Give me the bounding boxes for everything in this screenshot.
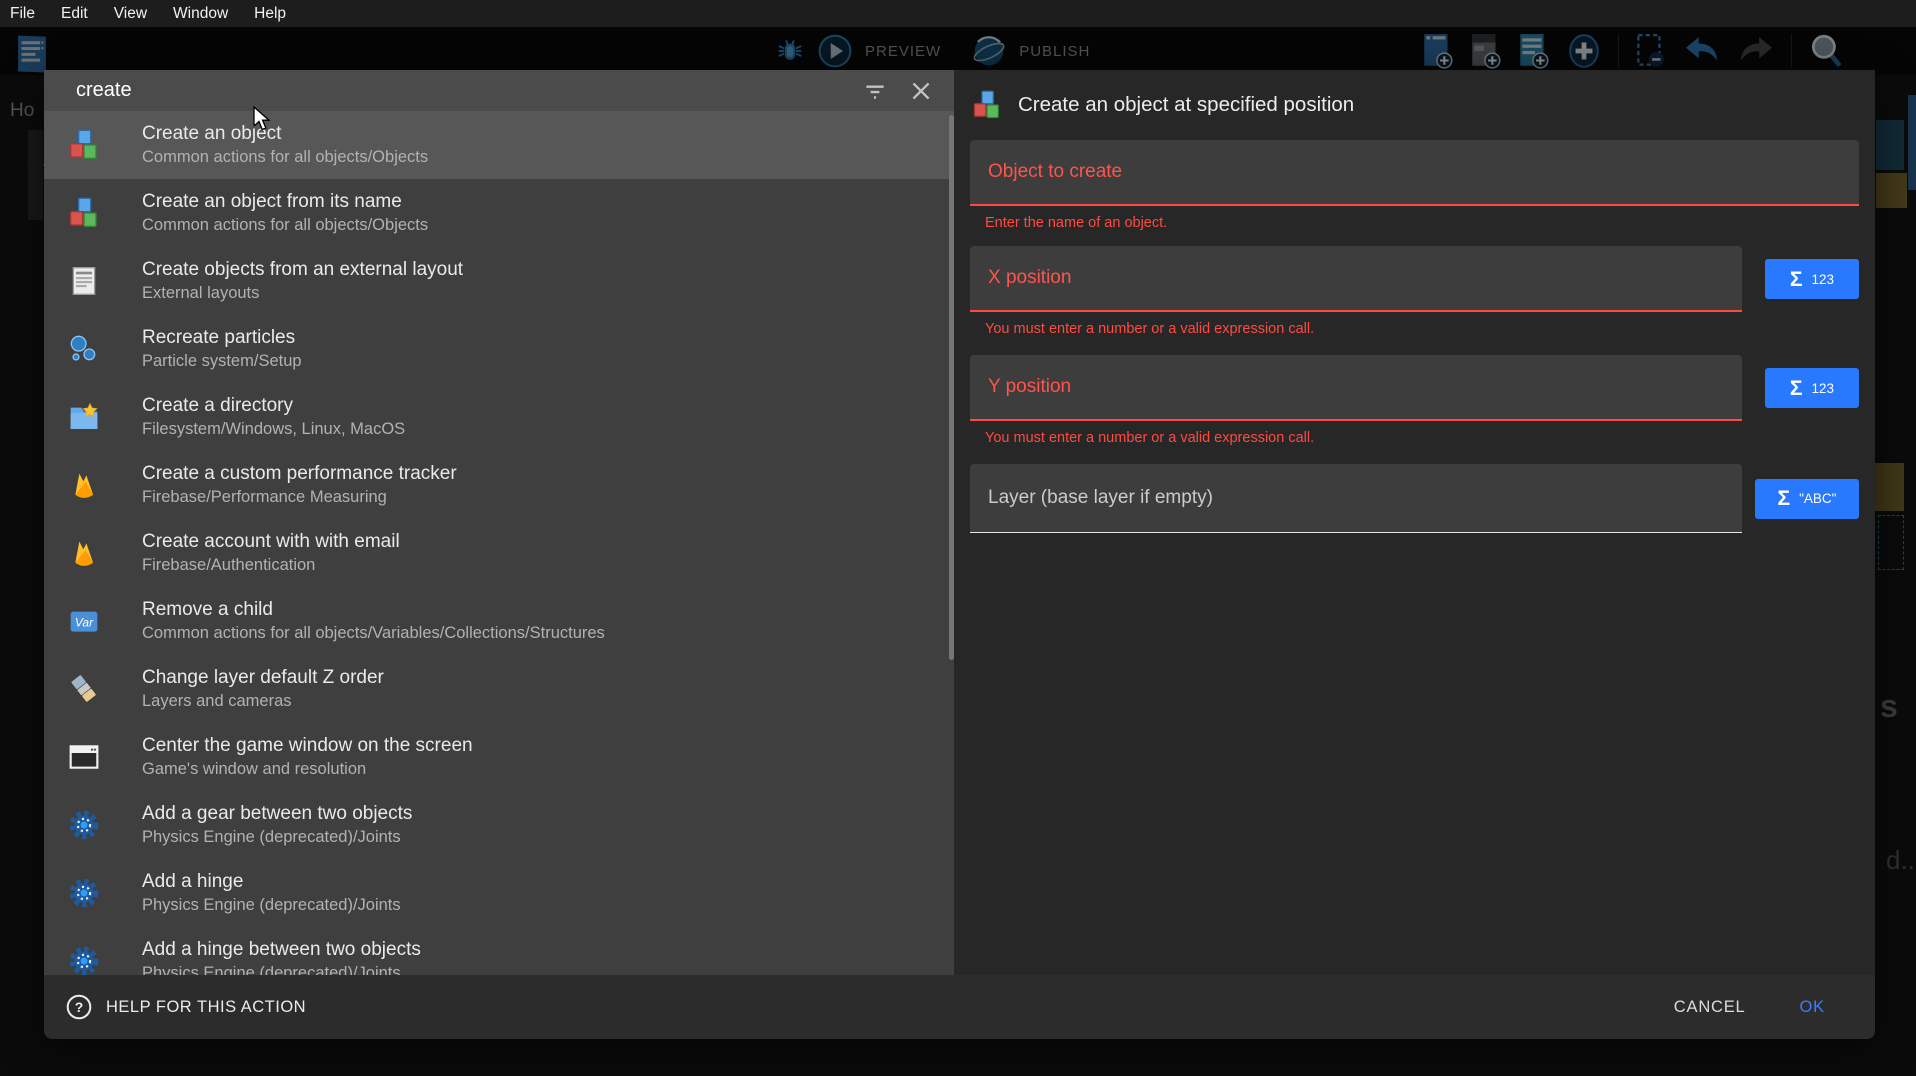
- action-icon: [68, 129, 100, 161]
- action-icon: [68, 265, 100, 297]
- action-list-item[interactable]: Recreate particles Particle system/Setup: [44, 315, 954, 383]
- action-list-item[interactable]: Create an object Common actions for all …: [44, 111, 954, 179]
- x-expression-builder-button[interactable]: Σ 123: [1765, 259, 1859, 299]
- action-item-title: Create account with with email: [142, 529, 400, 554]
- action-icon: [68, 401, 100, 433]
- action-item-group: Firebase/Performance Measuring: [142, 486, 457, 509]
- action-list-panel: Create an object Common actions for all …: [44, 70, 954, 975]
- action-item-group: Particle system/Setup: [142, 350, 302, 373]
- layer-expression-builder-button[interactable]: Σ "ABC": [1755, 479, 1859, 519]
- object-field-error: Enter the name of an object.: [985, 215, 1859, 235]
- action-item-title: Add a hinge: [142, 869, 401, 894]
- action-list-item[interactable]: Create objects from an external layout E…: [44, 247, 954, 315]
- action-item-group: Physics Engine (deprecated)/Joints: [142, 894, 401, 917]
- action-list-item[interactable]: Create a directory Filesystem/Windows, L…: [44, 383, 954, 451]
- action-list: Create an object Common actions for all …: [44, 111, 954, 975]
- action-icon: [68, 809, 100, 841]
- menu-file[interactable]: File: [10, 5, 35, 23]
- action-list-item[interactable]: Add a hinge between two objects Physics …: [44, 927, 954, 975]
- menu-edit[interactable]: Edit: [61, 5, 88, 23]
- help-for-action-link[interactable]: ? HELP FOR THIS ACTION: [66, 994, 306, 1020]
- action-item-group: Common actions for all objects/Objects: [142, 146, 428, 169]
- menu-view[interactable]: View: [114, 5, 147, 23]
- action-item-group: External layouts: [142, 282, 463, 305]
- field-label: X position: [988, 267, 1071, 289]
- action-title: Create an object at specified position: [1018, 93, 1354, 117]
- action-list-item[interactable]: Add a gear between two objects Physics E…: [44, 791, 954, 859]
- action-item-group: Firebase/Authentication: [142, 554, 400, 577]
- action-item-group: Game's window and resolution: [142, 758, 473, 781]
- action-item-group: Common actions for all objects/Variables…: [142, 622, 605, 645]
- action-item-group: Filesystem/Windows, Linux, MacOS: [142, 418, 405, 441]
- action-list-item[interactable]: Change layer default Z order Layers and …: [44, 655, 954, 723]
- object-to-create-field[interactable]: Object to create: [970, 140, 1859, 206]
- action-icon: [68, 741, 100, 773]
- action-detail-panel: Create an object at specified position O…: [954, 70, 1875, 975]
- action-list-item[interactable]: Create a custom performance tracker Fire…: [44, 451, 954, 519]
- action-item-title: Add a gear between two objects: [142, 801, 412, 826]
- action-item-title: Create a custom performance tracker: [142, 461, 457, 486]
- action-item-title: Remove a child: [142, 597, 605, 622]
- x-field-error: You must enter a number or a valid expre…: [985, 321, 1859, 341]
- list-scrollbar-thumb[interactable]: [949, 115, 954, 660]
- action-item-title: Add a hinge between two objects: [142, 937, 421, 962]
- action-icon: Var: [68, 605, 100, 637]
- object-cubes-icon: [972, 90, 1002, 120]
- action-icon: [68, 469, 100, 501]
- action-item-group: Physics Engine (deprecated)/Joints: [142, 962, 421, 975]
- search-input[interactable]: [44, 78, 862, 103]
- action-list-item[interactable]: Add a hinge Physics Engine (deprecated)/…: [44, 859, 954, 927]
- menu-help[interactable]: Help: [254, 5, 286, 23]
- search-bar: [44, 70, 954, 111]
- action-list-item[interactable]: Create an object from its name Common ac…: [44, 179, 954, 247]
- action-item-title: Create objects from an external layout: [142, 257, 463, 282]
- y-field-error: You must enter a number or a valid expre…: [985, 430, 1859, 450]
- layer-field[interactable]: Layer (base layer if empty): [970, 464, 1742, 533]
- action-icon: [68, 945, 100, 975]
- menu-bar: File Edit View Window Help: [0, 0, 1916, 27]
- detail-header: Create an object at specified position: [972, 88, 1859, 122]
- action-item-group: Layers and cameras: [142, 690, 384, 713]
- action-list-item[interactable]: Center the game window on the screen Gam…: [44, 723, 954, 791]
- svg-text:Var: Var: [75, 615, 94, 629]
- action-icon: [68, 537, 100, 569]
- close-icon[interactable]: [908, 78, 934, 104]
- action-list-item[interactable]: Create account with with email Firebase/…: [44, 519, 954, 587]
- action-icon: [68, 673, 100, 705]
- action-item-title: Center the game window on the screen: [142, 733, 473, 758]
- action-list-item[interactable]: Var Remove a child Common actions for al…: [44, 587, 954, 655]
- field-label: Y position: [988, 376, 1071, 398]
- action-item-title: Create a directory: [142, 393, 405, 418]
- action-picker-dialog: Create an object Common actions for all …: [44, 70, 1875, 1039]
- help-icon: ?: [66, 994, 92, 1020]
- cancel-button[interactable]: CANCEL: [1664, 990, 1756, 1025]
- filter-icon[interactable]: [862, 78, 888, 104]
- sigma-icon: Σ: [1778, 488, 1791, 509]
- action-item-title: Recreate particles: [142, 325, 302, 350]
- action-icon: [68, 333, 100, 365]
- app-window: PREVIEW PUBLISH Ho: [0, 0, 1916, 1076]
- action-item-title: Create an object: [142, 121, 428, 146]
- x-position-field[interactable]: X position: [970, 246, 1742, 312]
- ok-button[interactable]: OK: [1790, 990, 1835, 1025]
- action-icon: [68, 877, 100, 909]
- y-expression-builder-button[interactable]: Σ 123: [1765, 368, 1859, 408]
- menu-window[interactable]: Window: [173, 5, 228, 23]
- action-item-group: Physics Engine (deprecated)/Joints: [142, 826, 412, 849]
- field-label: Layer (base layer if empty): [988, 487, 1213, 509]
- svg-text:?: ?: [75, 999, 84, 1015]
- action-item-title: Create an object from its name: [142, 189, 428, 214]
- y-position-field[interactable]: Y position: [970, 355, 1742, 421]
- action-item-group: Common actions for all objects/Objects: [142, 214, 428, 237]
- sigma-icon: Σ: [1790, 378, 1803, 399]
- field-label: Object to create: [988, 161, 1122, 183]
- sigma-icon: Σ: [1790, 269, 1803, 290]
- action-item-title: Change layer default Z order: [142, 665, 384, 690]
- dialog-footer: ? HELP FOR THIS ACTION CANCEL OK: [44, 975, 1875, 1039]
- action-icon: [68, 197, 100, 229]
